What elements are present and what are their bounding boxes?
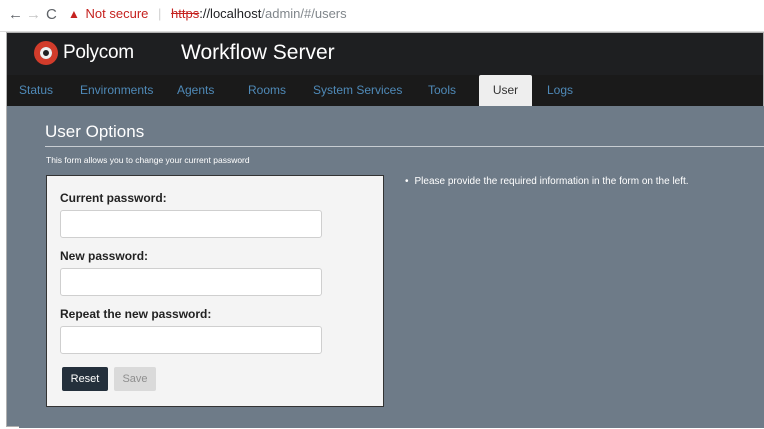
forward-arrow-icon[interactable]: → bbox=[26, 6, 41, 24]
change-password-form: Current password: New password: Repeat t… bbox=[46, 175, 384, 407]
url-path: /admin/#/users bbox=[261, 6, 347, 21]
warning-icon: ▲ bbox=[68, 7, 80, 21]
reload-icon[interactable]: C bbox=[46, 6, 57, 24]
tab-agents[interactable]: Agents bbox=[177, 75, 214, 106]
browser-toolbar: ← → C ▲ Not secure | https://localhost/a… bbox=[0, 0, 764, 32]
tab-environments[interactable]: Environments bbox=[80, 75, 153, 106]
main-tabs: Status Environments Agents Rooms System … bbox=[7, 75, 763, 106]
page-description: This form allows you to change your curr… bbox=[46, 155, 250, 165]
brand-name: Polycom bbox=[63, 42, 134, 63]
info-text: Please provide the required information … bbox=[414, 176, 689, 187]
reset-button[interactable]: Reset bbox=[62, 367, 108, 391]
tab-rooms[interactable]: Rooms bbox=[248, 75, 286, 106]
new-password-label: New password: bbox=[60, 249, 149, 263]
content-panel: User Options This form allows you to cha… bbox=[19, 106, 764, 428]
new-password-field[interactable] bbox=[60, 268, 322, 296]
back-arrow-icon[interactable]: ← bbox=[8, 6, 23, 24]
title-divider bbox=[45, 146, 764, 147]
repeat-password-field[interactable] bbox=[60, 326, 322, 354]
address-bar[interactable]: ▲ Not secure | https://localhost/admin/#… bbox=[68, 5, 347, 23]
tab-status[interactable]: Status bbox=[19, 75, 53, 106]
current-password-label: Current password: bbox=[60, 191, 167, 205]
current-password-field[interactable] bbox=[60, 210, 322, 238]
polycom-logo-icon bbox=[34, 41, 58, 65]
tab-logs[interactable]: Logs bbox=[547, 75, 573, 106]
bullet-icon: • bbox=[405, 176, 409, 187]
url-scheme: https bbox=[171, 6, 200, 21]
url-host: ://localhost bbox=[199, 6, 262, 21]
app-header: Polycom Workflow Server bbox=[7, 33, 763, 75]
not-secure-label[interactable]: Not secure bbox=[86, 6, 149, 21]
tab-user[interactable]: User bbox=[479, 75, 532, 106]
app-frame: Polycom Workflow Server Status Environme… bbox=[6, 32, 764, 428]
product-title: Workflow Server bbox=[181, 41, 335, 64]
tab-system-services[interactable]: System Services bbox=[313, 75, 402, 106]
tab-tools[interactable]: Tools bbox=[428, 75, 456, 106]
repeat-password-label: Repeat the new password: bbox=[60, 307, 212, 321]
save-button[interactable]: Save bbox=[114, 367, 156, 391]
address-divider: | bbox=[158, 6, 162, 21]
info-message: • Please provide the required information… bbox=[405, 176, 689, 187]
page-title: User Options bbox=[45, 122, 145, 141]
